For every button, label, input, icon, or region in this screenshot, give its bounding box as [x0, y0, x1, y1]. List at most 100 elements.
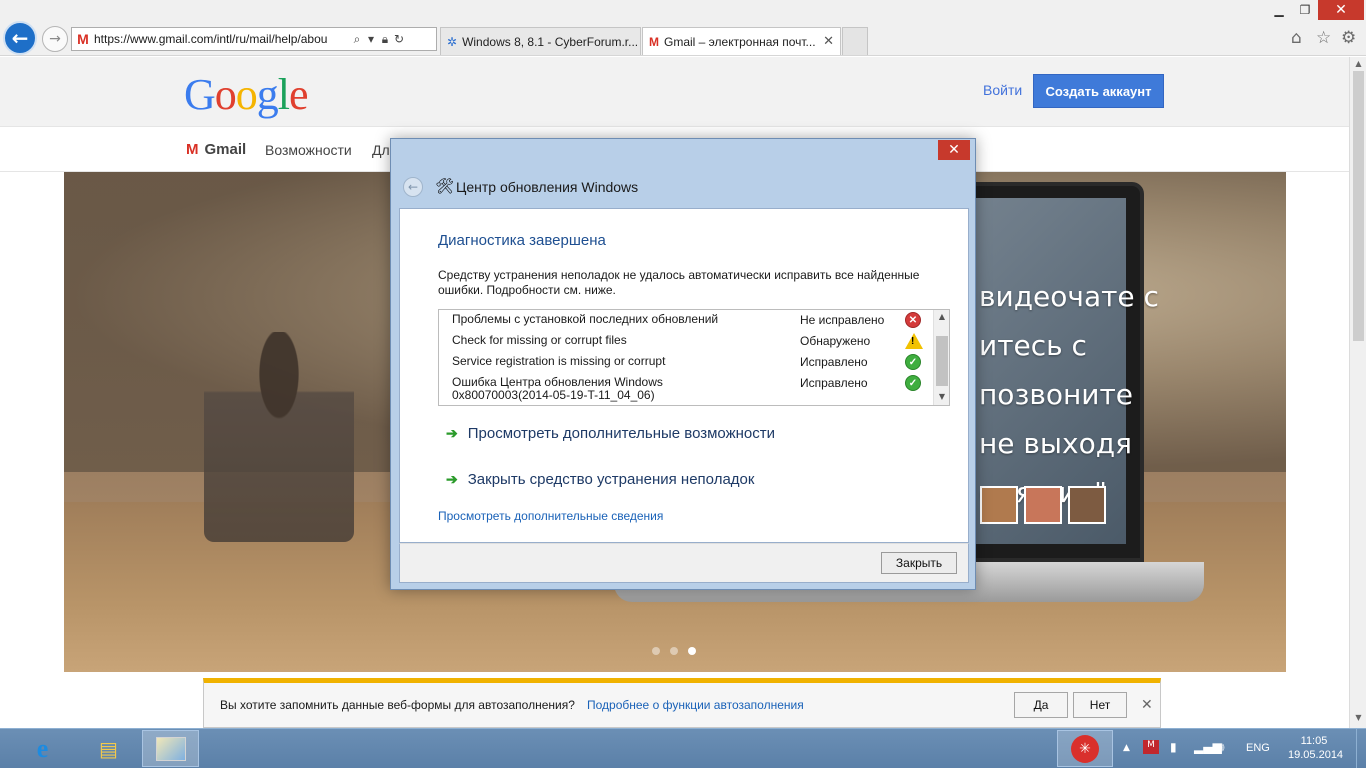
- dialog-description: Средству устранения неполадок не удалось…: [438, 268, 920, 297]
- gmail-brand[interactable]: M Gmail: [186, 141, 246, 158]
- create-account-button[interactable]: Создать аккаунт: [1033, 74, 1164, 108]
- carousel-dots: [652, 647, 696, 655]
- error-icon: ✕: [905, 312, 921, 328]
- tab-label: Windows 8, 8.1 - CyberForum.r...: [462, 34, 639, 49]
- scroll-down-icon[interactable]: ▼: [1350, 713, 1366, 722]
- yes-button[interactable]: Да: [1014, 692, 1068, 718]
- close-window-button[interactable]: ✕: [1318, 0, 1364, 20]
- nav-features-link[interactable]: Возможности: [265, 142, 352, 158]
- check-icon: ✓: [905, 375, 921, 391]
- gmail-favicon-icon: M: [77, 31, 89, 47]
- nav-business-link[interactable]: Дл: [372, 142, 390, 158]
- autocomplete-notification: Вы хотите запомнить данные веб-формы для…: [203, 678, 1161, 728]
- windows-update-dialog: ✕ ← 🛠︎ Центр обновления Windows Диагност…: [390, 138, 976, 590]
- clock[interactable]: 11:05 19.05.2014: [1288, 734, 1344, 762]
- green-arrow-icon: ➔: [446, 471, 458, 487]
- battery-icon[interactable]: ▮: [1170, 740, 1177, 754]
- scroll-up-icon[interactable]: ▲: [1350, 59, 1366, 68]
- close-icon: ✕: [948, 142, 960, 158]
- result-status: Исправлено: [800, 376, 868, 390]
- windows-update-icon: 🛠︎: [435, 177, 455, 195]
- dropdown-icon[interactable]: ▾: [364, 32, 378, 46]
- dialog-heading: Диагностика завершена: [438, 232, 606, 249]
- results-list[interactable]: Проблемы с установкой последних обновлен…: [438, 309, 950, 406]
- show-hidden-icons-icon[interactable]: ▲: [1123, 743, 1130, 753]
- back-arrow-icon: ←: [407, 180, 419, 194]
- video-chat-thumbnail: [1068, 486, 1106, 524]
- clock-time: 11:05: [1300, 735, 1328, 747]
- clock-date: 19.05.2014: [1288, 749, 1344, 761]
- gmail-favicon-icon: M: [649, 34, 659, 49]
- view-more-options-link[interactable]: ➔ Просмотреть дополнительные возможности: [446, 425, 775, 442]
- maximize-button[interactable]: ❐: [1292, 0, 1318, 20]
- close-button[interactable]: Закрыть: [881, 552, 957, 574]
- windows-update-icon: [155, 736, 186, 761]
- refresh-icon[interactable]: ↻: [392, 32, 406, 46]
- address-bar[interactable]: M https://www.gmail.com/intl/ru/mail/hel…: [71, 27, 437, 51]
- warning-icon: !: [905, 333, 923, 349]
- result-name: Check for missing or corrupt files: [452, 333, 627, 347]
- result-name: Service registration is missing or corru…: [452, 354, 666, 368]
- hero-person-image: [204, 332, 354, 542]
- video-chat-thumbnail: [980, 486, 1018, 524]
- scrollbar-thumb[interactable]: [936, 336, 948, 386]
- file-explorer-taskbar-button[interactable]: ▤: [80, 730, 137, 767]
- cyberforum-favicon-icon: ✲: [447, 34, 458, 49]
- result-status: Исправлено: [800, 355, 868, 369]
- forward-arrow-icon: →: [49, 31, 61, 47]
- gmail-brand-label: Gmail: [204, 141, 247, 158]
- result-name: Проблемы с установкой последних обновлен…: [452, 312, 719, 326]
- close-tab-icon[interactable]: ✕: [823, 33, 834, 49]
- tab-gmail[interactable]: M Gmail – электронная почт... ✕: [642, 27, 841, 55]
- search-icon[interactable]: ⌕: [350, 32, 364, 47]
- no-button[interactable]: Нет: [1073, 692, 1127, 718]
- page-scrollbar[interactable]: ▲ ▼: [1349, 57, 1366, 728]
- close-troubleshooter-link[interactable]: ➔ Закрыть средство устранения неполадок: [446, 471, 754, 488]
- carousel-dot-active[interactable]: [688, 647, 696, 655]
- forward-button[interactable]: →: [42, 26, 68, 52]
- dialog-title: Центр обновления Windows: [456, 179, 639, 195]
- taskbar: e ▤ ✳ ▲ M ▮ ▂▄▆ 🔊︎ ENG 11:05 19.05.2014: [0, 728, 1366, 768]
- windows-update-taskbar-button[interactable]: [142, 730, 199, 767]
- language-indicator[interactable]: ENG: [1246, 742, 1270, 754]
- home-icon[interactable]: ⌂: [1291, 28, 1302, 48]
- google-header: Google Войти Создать аккаунт: [0, 57, 1349, 127]
- tab-label: Gmail – электронная почт...: [664, 34, 816, 49]
- dialog-body: Диагностика завершена Средству устранени…: [399, 208, 969, 543]
- results-scrollbar[interactable]: ▲ ▼: [933, 310, 949, 405]
- internet-explorer-taskbar-button[interactable]: e: [14, 730, 71, 767]
- view-details-link[interactable]: Просмотреть дополнительные сведения: [438, 509, 663, 523]
- scroll-up-icon[interactable]: ▲: [934, 312, 949, 321]
- show-desktop-button[interactable]: [1356, 729, 1366, 768]
- pinned-app-taskbar-button[interactable]: ✳: [1057, 730, 1113, 767]
- dialog-back-button[interactable]: ←: [403, 177, 423, 197]
- scroll-down-icon[interactable]: ▼: [934, 392, 949, 401]
- minimize-button[interactable]: ▁: [1266, 0, 1292, 20]
- green-arrow-icon: ➔: [446, 425, 458, 441]
- carousel-dot[interactable]: [670, 647, 678, 655]
- notification-text: Вы хотите запомнить данные веб-формы для…: [220, 698, 575, 712]
- ie-icon: e: [36, 733, 49, 763]
- result-status: Обнаружено: [800, 334, 871, 348]
- gmail-logo-icon: M: [186, 141, 199, 158]
- carousel-dot[interactable]: [652, 647, 660, 655]
- signin-link[interactable]: Войти: [983, 82, 1022, 98]
- dialog-close-button[interactable]: ✕: [938, 140, 970, 160]
- antivirus-shield-icon[interactable]: M: [1143, 740, 1159, 754]
- back-button[interactable]: ←: [3, 21, 37, 55]
- browser-toolbar: ← → M https://www.gmail.com/intl/ru/mail…: [0, 0, 1366, 56]
- star-icon[interactable]: ☆: [1316, 28, 1331, 48]
- volume-icon[interactable]: 🔊︎: [1217, 740, 1225, 755]
- tab-cyberforum[interactable]: ✲ Windows 8, 8.1 - CyberForum.r...: [440, 27, 641, 55]
- autocomplete-info-link[interactable]: Подробнее о функции автозаполнения: [587, 698, 804, 712]
- gear-icon[interactable]: ⚙: [1341, 28, 1356, 48]
- close-icon[interactable]: ✕: [1141, 696, 1153, 713]
- lock-icon[interactable]: 🔒︎: [378, 32, 392, 47]
- new-tab-button[interactable]: [842, 27, 868, 55]
- scrollbar-thumb[interactable]: [1353, 71, 1364, 341]
- address-text[interactable]: https://www.gmail.com/intl/ru/mail/help/…: [94, 32, 350, 46]
- check-icon: ✓: [905, 354, 921, 370]
- google-logo[interactable]: Google: [184, 69, 309, 120]
- dialog-footer: Закрыть: [399, 543, 969, 583]
- result-status: Не исправлено: [800, 313, 885, 327]
